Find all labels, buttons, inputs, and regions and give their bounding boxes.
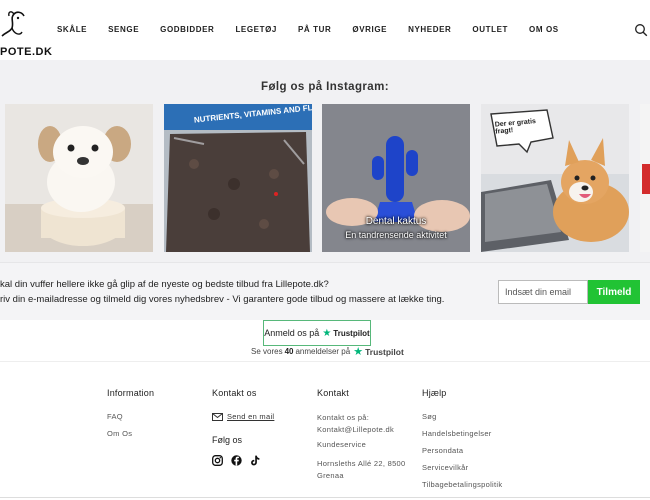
footer-information-title: Information [107, 388, 155, 398]
footer-bottom-border [0, 497, 650, 498]
trustpilot-reviews-link[interactable]: Se vores 40 anmeldelser på ★ Trustpilot [251, 345, 404, 358]
footer-link-tilbagebetalingspolitik[interactable]: Tilbagebetalingspolitik [422, 480, 502, 489]
main-nav: SKÅLE SENGE GODBIDDER LEGETØJ PÅ TUR ØVR… [57, 25, 580, 34]
footer-divider [0, 361, 650, 362]
dog-in-bowl-image [5, 104, 153, 252]
nav-item-skaale[interactable]: SKÅLE [57, 25, 87, 34]
dog-logo-icon [1, 11, 25, 37]
cropped-post-image [640, 104, 650, 252]
send-mail-link[interactable]: Send en mail [227, 412, 274, 421]
newsletter-section: kal din vuffer hellere ikke gå glip af d… [0, 262, 650, 320]
instagram-icon[interactable] [212, 453, 223, 466]
newsletter-description: riv din e-mailadresse og tilmeld dig vor… [0, 294, 445, 305]
nav-item-paa-tur[interactable]: PÅ TUR [298, 25, 331, 34]
address-line-1: Hornsleths Allé 22, 8500 [317, 459, 406, 468]
search-button[interactable] [634, 23, 648, 37]
trustpilot-star-icon: ★ [322, 327, 332, 339]
social-links [212, 453, 274, 466]
footer-hjaelp-title: Hjælp [422, 388, 447, 398]
newsletter-email-input[interactable] [498, 280, 588, 304]
footer-kontakt-os-title: Kontakt os [212, 388, 257, 398]
reviews-prefix: Se vores [251, 347, 283, 356]
footer-kontakt-os: Kontakt os Send en mail Følg os [212, 388, 274, 466]
reviews-count: 40 [284, 347, 294, 356]
envelope-icon [212, 412, 223, 421]
trustpilot-review-button[interactable]: Anmeld os på ★ Trustpilot [263, 320, 371, 346]
facebook-icon[interactable] [231, 453, 242, 466]
contact-email-label: Kontakt os på: [317, 413, 370, 422]
subscribe-button[interactable]: Tilmeld [588, 280, 640, 304]
footer-link-handelsbetingelser[interactable]: Handelsbetingelser [422, 429, 502, 438]
instagram-post-1[interactable] [5, 104, 153, 252]
footer-link-om-os[interactable]: Om Os [107, 429, 154, 438]
logo-text: POTE.DK [0, 46, 53, 58]
tiktok-icon[interactable] [250, 453, 261, 466]
nav-item-legetoej[interactable]: LEGETØJ [235, 25, 277, 34]
dental-caption-title: Dental kaktus [365, 216, 427, 227]
nav-item-outlet[interactable]: OUTLET [472, 25, 508, 34]
contact-email[interactable]: Kontakt@Lillepote.dk [317, 424, 406, 436]
newsletter-heading: kal din vuffer hellere ikke gå glip af d… [0, 279, 329, 290]
footer-link-servicevilkaar[interactable]: Servicevilkår [422, 463, 502, 472]
dental-caption-subtitle: En tandrensende aktivitet [345, 230, 447, 240]
instagram-section: Følg os på Instagram: NUTRIENTS, VITAMIN… [0, 60, 650, 262]
nav-item-om-os[interactable]: OM OS [529, 25, 559, 34]
logo[interactable]: POTE.DK [0, 6, 52, 58]
footer-hjaelp: Hjælp Søg Handelsbetingelser Persondata … [422, 388, 502, 497]
review-prefix: Anmeld os på [264, 328, 320, 338]
treats-bag-image: NUTRIENTS, VITAMINS AND FL [164, 104, 312, 252]
nav-item-oevrige[interactable]: ØVRIGE [352, 25, 387, 34]
instagram-post-4[interactable]: Der er gratis fragt! [481, 104, 629, 252]
footer-link-faq[interactable]: FAQ [107, 412, 154, 421]
footer-link-soeg[interactable]: Søg [422, 412, 502, 421]
site-header: POTE.DK SKÅLE SENGE GODBIDDER LEGETØJ PÅ… [0, 0, 650, 60]
instagram-post-5[interactable] [640, 104, 650, 252]
instagram-post-2[interactable]: NUTRIENTS, VITAMINS AND FL [164, 104, 312, 252]
trustpilot-brand: Trustpilot [333, 328, 370, 338]
trustpilot-star-icon: ★ [353, 346, 364, 358]
instagram-post-3[interactable]: Dental kaktus En tandrensende aktivitet [322, 104, 470, 252]
send-mail-row: Send en mail [212, 412, 274, 421]
instagram-title: Følg os på Instagram: [261, 81, 389, 93]
footer-information: Information FAQ Om Os [107, 388, 154, 446]
nav-item-senge[interactable]: SENGE [108, 25, 139, 34]
reviews-suffix: anmeldelser på [295, 347, 351, 356]
footer-kontakt: Kontakt Kontakt os på: Kontakt@Lillepote… [317, 388, 406, 482]
nav-item-godbidder[interactable]: GODBIDDER [160, 25, 214, 34]
footer-link-persondata[interactable]: Persondata [422, 446, 502, 455]
trustpilot-brand: Trustpilot [365, 346, 404, 357]
search-icon [635, 24, 648, 37]
footer-kontakt-title: Kontakt [317, 388, 349, 398]
address-line-2: Grenaa [317, 471, 344, 480]
customer-service-label: Kundeservice [317, 440, 367, 449]
nav-item-nyheder[interactable]: NYHEDER [408, 25, 451, 34]
follow-us-title: Følg os [212, 435, 243, 445]
